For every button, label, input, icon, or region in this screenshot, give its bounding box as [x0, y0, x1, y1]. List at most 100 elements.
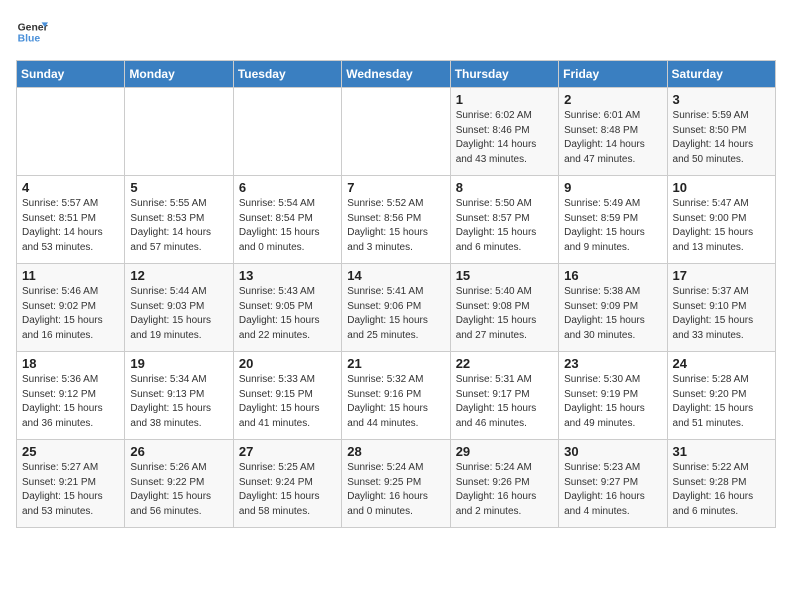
weekday-header-thursday: Thursday: [450, 61, 558, 88]
calendar-cell: 5Sunrise: 5:55 AM Sunset: 8:53 PM Daylig…: [125, 176, 233, 264]
day-info: Sunrise: 6:01 AM Sunset: 8:48 PM Dayligh…: [564, 109, 661, 167]
day-info: Sunrise: 5:28 AM Sunset: 9:20 PM Dayligh…: [673, 373, 770, 431]
calendar-week-row: 25 Sunrise: 5:27 AM Sunset: 9:21 PM Dayli…: [17, 440, 776, 528]
day-info: Sunrise: 6:02 AM Sunset: 8:46 PM Dayligh…: [456, 109, 553, 167]
day-number: 26: [130, 444, 227, 459]
calendar-cell: 18Sunrise: 5:36 AM Sunset: 9:12 PM Dayli…: [17, 352, 125, 440]
day-info: Sunrise: 5:33 AM Sunset: 9:15 PM Dayligh…: [239, 373, 336, 431]
weekday-header-row: SundayMondayTuesdayWednesdayThursdayFrid…: [17, 61, 776, 88]
day-info: Sunrise: 5:44 AM Sunset: 9:03 PM Dayligh…: [130, 285, 227, 343]
day-info: Sunrise: 5:37 AM Sunset: 9:10 PM Dayligh…: [673, 285, 770, 343]
day-info: Sunrise: 5:30 AM Sunset: 9:19 PM Dayligh…: [564, 373, 661, 431]
calendar-cell: 23 Sunrise: 5:30 AM Sunset: 9:19 PM Dayli…: [559, 352, 667, 440]
calendar-table: SundayMondayTuesdayWednesdayThursdayFrid…: [16, 60, 776, 528]
calendar-cell: 14 Sunrise: 5:41 AM Sunset: 9:06 PM Dayli…: [342, 264, 450, 352]
day-number: 30: [564, 444, 661, 459]
calendar-cell: 17 Sunrise: 5:37 AM Sunset: 9:10 PM Dayli…: [667, 264, 775, 352]
weekday-header-sunday: Sunday: [17, 61, 125, 88]
calendar-cell: [233, 88, 341, 176]
day-number: 15: [456, 268, 553, 283]
day-number: 21: [347, 356, 444, 371]
day-info: Sunrise: 5:24 AM Sunset: 9:25 PM Dayligh…: [347, 461, 444, 519]
calendar-week-row: 18Sunrise: 5:36 AM Sunset: 9:12 PM Dayli…: [17, 352, 776, 440]
calendar-cell: 12 Sunrise: 5:44 AM Sunset: 9:03 PM Dayli…: [125, 264, 233, 352]
day-number: 31: [673, 444, 770, 459]
calendar-cell: 22 Sunrise: 5:31 AM Sunset: 9:17 PM Dayli…: [450, 352, 558, 440]
calendar-cell: 21 Sunrise: 5:32 AM Sunset: 9:16 PM Dayli…: [342, 352, 450, 440]
calendar-cell: 25 Sunrise: 5:27 AM Sunset: 9:21 PM Dayli…: [17, 440, 125, 528]
day-info: Sunrise: 5:38 AM Sunset: 9:09 PM Dayligh…: [564, 285, 661, 343]
day-info: Sunrise: 5:41 AM Sunset: 9:06 PM Dayligh…: [347, 285, 444, 343]
calendar-cell: [342, 88, 450, 176]
calendar-cell: 13Sunrise: 5:43 AM Sunset: 9:05 PM Dayli…: [233, 264, 341, 352]
calendar-cell: 8 Sunrise: 5:50 AM Sunset: 8:57 PM Daylig…: [450, 176, 558, 264]
day-info: Sunrise: 5:54 AM Sunset: 8:54 PM Dayligh…: [239, 197, 336, 255]
weekday-header-wednesday: Wednesday: [342, 61, 450, 88]
day-number: 16: [564, 268, 661, 283]
day-number: 25: [22, 444, 119, 459]
day-number: 9: [564, 180, 661, 195]
page-header: General Blue: [16, 16, 776, 48]
calendar-cell: 24 Sunrise: 5:28 AM Sunset: 9:20 PM Dayli…: [667, 352, 775, 440]
day-info: Sunrise: 5:22 AM Sunset: 9:28 PM Dayligh…: [673, 461, 770, 519]
calendar-cell: 1 Sunrise: 6:02 AM Sunset: 8:46 PM Daylig…: [450, 88, 558, 176]
day-number: 13: [239, 268, 336, 283]
day-number: 4: [22, 180, 119, 195]
calendar-cell: 15 Sunrise: 5:40 AM Sunset: 9:08 PM Dayli…: [450, 264, 558, 352]
day-number: 12: [130, 268, 227, 283]
day-number: 3: [673, 92, 770, 107]
weekday-header-monday: Monday: [125, 61, 233, 88]
calendar-cell: [125, 88, 233, 176]
day-number: 1: [456, 92, 553, 107]
weekday-header-saturday: Saturday: [667, 61, 775, 88]
day-number: 24: [673, 356, 770, 371]
day-info: Sunrise: 5:36 AM Sunset: 9:12 PM Dayligh…: [22, 373, 119, 431]
day-number: 22: [456, 356, 553, 371]
calendar-cell: 11Sunrise: 5:46 AM Sunset: 9:02 PM Dayli…: [17, 264, 125, 352]
calendar-cell: 7Sunrise: 5:52 AM Sunset: 8:56 PM Daylig…: [342, 176, 450, 264]
day-number: 17: [673, 268, 770, 283]
calendar-cell: 9Sunrise: 5:49 AM Sunset: 8:59 PM Daylig…: [559, 176, 667, 264]
day-number: 27: [239, 444, 336, 459]
day-info: Sunrise: 5:31 AM Sunset: 9:17 PM Dayligh…: [456, 373, 553, 431]
day-info: Sunrise: 5:34 AM Sunset: 9:13 PM Dayligh…: [130, 373, 227, 431]
calendar-cell: 20 Sunrise: 5:33 AM Sunset: 9:15 PM Dayli…: [233, 352, 341, 440]
day-number: 10: [673, 180, 770, 195]
day-number: 8: [456, 180, 553, 195]
day-info: Sunrise: 5:32 AM Sunset: 9:16 PM Dayligh…: [347, 373, 444, 431]
day-info: Sunrise: 5:55 AM Sunset: 8:53 PM Dayligh…: [130, 197, 227, 255]
calendar-cell: 26 Sunrise: 5:26 AM Sunset: 9:22 PM Dayli…: [125, 440, 233, 528]
day-info: Sunrise: 5:59 AM Sunset: 8:50 PM Dayligh…: [673, 109, 770, 167]
day-info: Sunrise: 5:57 AM Sunset: 8:51 PM Dayligh…: [22, 197, 119, 255]
calendar-week-row: 1 Sunrise: 6:02 AM Sunset: 8:46 PM Daylig…: [17, 88, 776, 176]
calendar-cell: 28Sunrise: 5:24 AM Sunset: 9:25 PM Dayli…: [342, 440, 450, 528]
calendar-cell: [17, 88, 125, 176]
calendar-cell: 27 Sunrise: 5:25 AM Sunset: 9:24 PM Dayli…: [233, 440, 341, 528]
day-info: Sunrise: 5:25 AM Sunset: 9:24 PM Dayligh…: [239, 461, 336, 519]
calendar-week-row: 4 Sunrise: 5:57 AM Sunset: 8:51 PM Daylig…: [17, 176, 776, 264]
day-info: Sunrise: 5:50 AM Sunset: 8:57 PM Dayligh…: [456, 197, 553, 255]
day-number: 6: [239, 180, 336, 195]
weekday-header-friday: Friday: [559, 61, 667, 88]
day-number: 23: [564, 356, 661, 371]
calendar-cell: 6 Sunrise: 5:54 AM Sunset: 8:54 PM Daylig…: [233, 176, 341, 264]
day-info: Sunrise: 5:27 AM Sunset: 9:21 PM Dayligh…: [22, 461, 119, 519]
day-info: Sunrise: 5:40 AM Sunset: 9:08 PM Dayligh…: [456, 285, 553, 343]
svg-text:Blue: Blue: [18, 34, 41, 45]
day-number: 20: [239, 356, 336, 371]
calendar-cell: 4 Sunrise: 5:57 AM Sunset: 8:51 PM Daylig…: [17, 176, 125, 264]
calendar-cell: 29Sunrise: 5:24 AM Sunset: 9:26 PM Dayli…: [450, 440, 558, 528]
calendar-cell: 31 Sunrise: 5:22 AM Sunset: 9:28 PM Dayli…: [667, 440, 775, 528]
day-number: 7: [347, 180, 444, 195]
day-info: Sunrise: 5:47 AM Sunset: 9:00 PM Dayligh…: [673, 197, 770, 255]
day-info: Sunrise: 5:26 AM Sunset: 9:22 PM Dayligh…: [130, 461, 227, 519]
calendar-cell: 3 Sunrise: 5:59 AM Sunset: 8:50 PM Daylig…: [667, 88, 775, 176]
day-number: 19: [130, 356, 227, 371]
day-info: Sunrise: 5:24 AM Sunset: 9:26 PM Dayligh…: [456, 461, 553, 519]
day-number: 2: [564, 92, 661, 107]
calendar-cell: 30Sunrise: 5:23 AM Sunset: 9:27 PM Dayli…: [559, 440, 667, 528]
calendar-week-row: 11Sunrise: 5:46 AM Sunset: 9:02 PM Dayli…: [17, 264, 776, 352]
day-number: 14: [347, 268, 444, 283]
logo: General Blue: [16, 16, 48, 48]
day-info: Sunrise: 5:46 AM Sunset: 9:02 PM Dayligh…: [22, 285, 119, 343]
